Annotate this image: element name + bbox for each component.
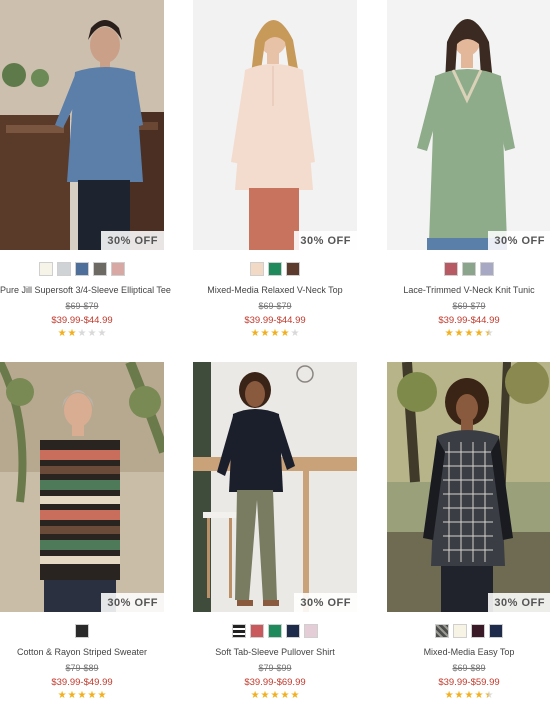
color-swatches xyxy=(0,624,164,638)
color-swatch[interactable] xyxy=(304,624,318,638)
product-image[interactable]: 30% OFF xyxy=(193,0,357,250)
color-swatch[interactable] xyxy=(286,624,300,638)
sale-price: $39.99-$69.99 xyxy=(244,677,306,688)
star-icon: ★ xyxy=(57,690,67,701)
star-icon: ★ xyxy=(290,690,300,701)
color-swatch[interactable] xyxy=(232,624,246,638)
original-price: $79-$89 xyxy=(65,663,99,673)
star-rating: ★ ★ ★ ★ ★ xyxy=(0,329,164,339)
star-icon: ★ xyxy=(464,328,474,339)
star-icon: ★ xyxy=(250,690,260,701)
product-name[interactable]: Mixed-Media Easy Top xyxy=(387,647,550,657)
color-swatch[interactable] xyxy=(250,624,264,638)
star-icon: ★ xyxy=(67,690,77,701)
product-image[interactable]: 30% OFF xyxy=(387,0,550,250)
product-name[interactable]: Cotton & Rayon Striped Sweater xyxy=(0,647,164,657)
color-swatch[interactable] xyxy=(250,262,264,276)
star-icon: ★ xyxy=(250,328,260,339)
star-icon: ★ xyxy=(67,328,77,339)
star-rating: ★ ★ ★ ★ ★ xyxy=(387,691,550,701)
sale-price: $39.99-$59.99 xyxy=(438,677,500,688)
product-card[interactable]: 30% OFF Lace-Trimmed V-Neck Knit Tunic $… xyxy=(387,0,550,339)
color-swatch[interactable] xyxy=(480,262,494,276)
discount-badge: 30% OFF xyxy=(488,593,550,612)
color-swatch[interactable] xyxy=(57,262,71,276)
product-name[interactable]: Soft Tab-Sleeve Pullover Shirt xyxy=(193,647,357,657)
product-card[interactable]: 30% OFF Mixed-Media Easy Top $69-$89 $39… xyxy=(387,362,550,701)
star-rating: ★ ★ ★ ★ ★ xyxy=(193,691,357,701)
sale-price: $39.99-$49.99 xyxy=(51,677,113,688)
star-icon: ★ xyxy=(57,328,67,339)
color-swatches xyxy=(0,262,164,276)
product-name[interactable]: Lace-Trimmed V-Neck Knit Tunic xyxy=(387,285,550,295)
color-swatch[interactable] xyxy=(39,262,53,276)
star-half-icon: ★ xyxy=(484,328,494,339)
product-image[interactable]: 30% OFF xyxy=(387,362,550,612)
product-name[interactable]: Pure Jill Supersoft 3/4-Sleeve Elliptica… xyxy=(0,285,171,295)
discount-badge: 30% OFF xyxy=(101,231,164,250)
star-rating: ★ ★ ★ ★ ★ xyxy=(0,691,164,701)
product-card[interactable]: 30% OFF Mixed-Media Relaxed V-Neck Top $… xyxy=(193,0,357,339)
product-card[interactable]: 30% OFF Soft Tab-Sleeve Pullover Shirt $… xyxy=(193,362,357,701)
discount-badge: 30% OFF xyxy=(294,593,357,612)
product-card[interactable]: 30% OFF Pure Jill Supersoft 3/4-Sleeve E… xyxy=(0,0,171,339)
star-icon: ★ xyxy=(474,328,484,339)
color-swatch[interactable] xyxy=(435,624,449,638)
star-icon: ★ xyxy=(290,328,300,339)
star-icon: ★ xyxy=(270,328,280,339)
color-swatches xyxy=(193,624,357,638)
star-icon: ★ xyxy=(270,690,280,701)
star-icon: ★ xyxy=(444,690,454,701)
color-swatch[interactable] xyxy=(268,262,282,276)
star-icon: ★ xyxy=(280,328,290,339)
original-price: $69-$79 xyxy=(452,301,486,311)
color-swatch[interactable] xyxy=(75,262,89,276)
original-price: $79-$99 xyxy=(258,663,292,673)
sale-price: $39.99-$44.99 xyxy=(244,315,306,326)
star-icon: ★ xyxy=(280,690,290,701)
discount-badge: 30% OFF xyxy=(488,231,550,250)
original-price: $69-$79 xyxy=(258,301,292,311)
product-image[interactable]: 30% OFF xyxy=(193,362,357,612)
star-rating: ★ ★ ★ ★ ★ xyxy=(193,329,357,339)
color-swatch[interactable] xyxy=(75,624,89,638)
discount-badge: 30% OFF xyxy=(294,231,357,250)
star-icon: ★ xyxy=(454,690,464,701)
original-price: $69-$79 xyxy=(65,301,99,311)
star-icon: ★ xyxy=(260,328,270,339)
color-swatch[interactable] xyxy=(286,262,300,276)
star-icon: ★ xyxy=(97,690,107,701)
color-swatch[interactable] xyxy=(471,624,485,638)
color-swatches xyxy=(387,262,550,276)
sale-price: $39.99-$44.99 xyxy=(438,315,500,326)
color-swatch[interactable] xyxy=(453,624,467,638)
product-image[interactable]: 30% OFF xyxy=(0,0,164,250)
product-card[interactable]: 30% OFF Cotton & Rayon Striped Sweater $… xyxy=(0,362,164,701)
color-swatch[interactable] xyxy=(462,262,476,276)
color-swatches xyxy=(193,262,357,276)
star-rating: ★ ★ ★ ★ ★ xyxy=(387,329,550,339)
color-swatch[interactable] xyxy=(444,262,458,276)
color-swatch[interactable] xyxy=(268,624,282,638)
star-icon: ★ xyxy=(454,328,464,339)
star-icon: ★ xyxy=(474,690,484,701)
star-icon: ★ xyxy=(444,328,454,339)
star-icon: ★ xyxy=(260,690,270,701)
product-image[interactable]: 30% OFF xyxy=(0,362,164,612)
star-icon: ★ xyxy=(464,690,474,701)
star-icon: ★ xyxy=(87,690,97,701)
sale-price: $39.99-$44.99 xyxy=(51,315,113,326)
color-swatch[interactable] xyxy=(111,262,125,276)
discount-badge: 30% OFF xyxy=(101,593,164,612)
color-swatches xyxy=(387,624,550,638)
star-icon: ★ xyxy=(87,328,97,339)
star-half-icon: ★ xyxy=(484,690,494,701)
color-swatch[interactable] xyxy=(93,262,107,276)
star-icon: ★ xyxy=(77,690,87,701)
color-swatch[interactable] xyxy=(489,624,503,638)
original-price: $69-$89 xyxy=(452,663,486,673)
star-icon: ★ xyxy=(97,328,107,339)
star-icon: ★ xyxy=(77,328,87,339)
product-name[interactable]: Mixed-Media Relaxed V-Neck Top xyxy=(193,285,357,295)
